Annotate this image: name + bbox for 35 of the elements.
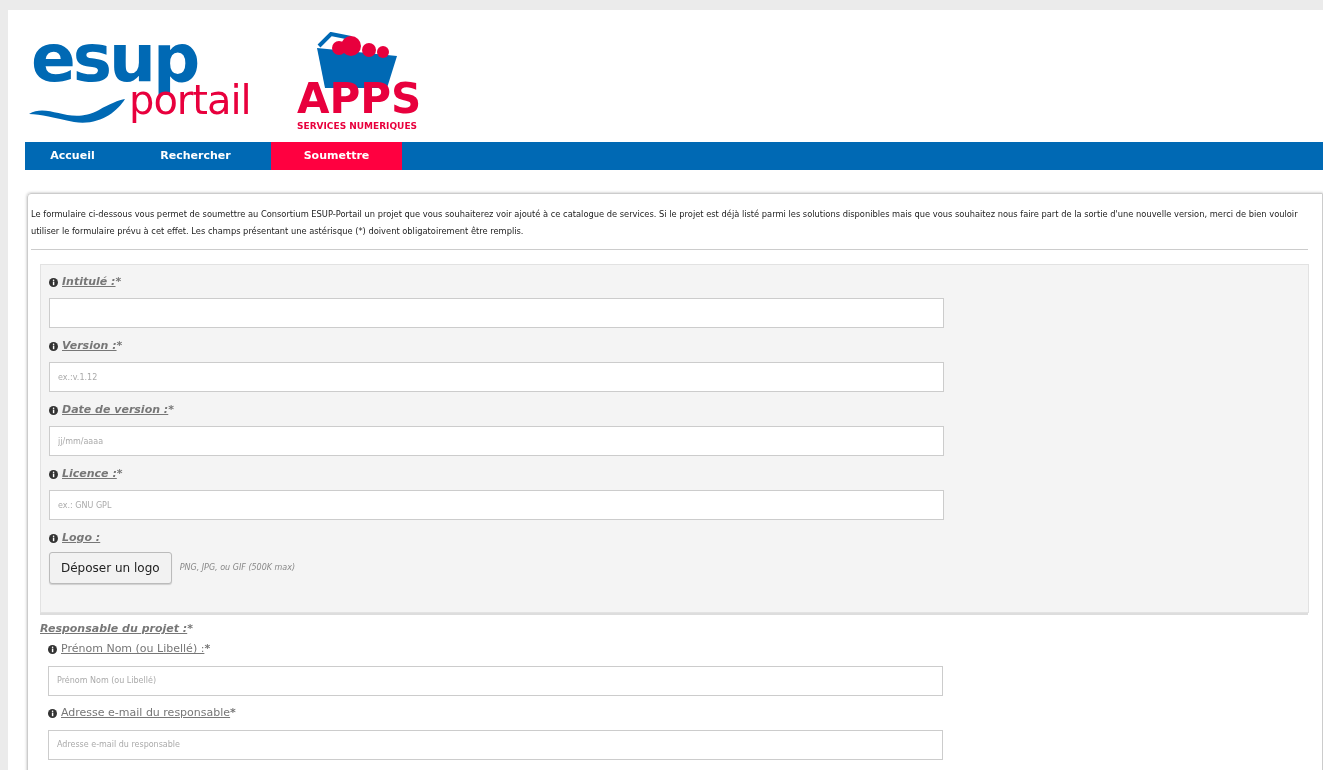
info-icon bbox=[49, 341, 58, 351]
field-label: Logo : bbox=[62, 529, 101, 546]
required-mark: * bbox=[168, 401, 175, 418]
field-label: Intitulé : bbox=[62, 273, 116, 290]
info-icon bbox=[49, 533, 58, 543]
required-mark: * bbox=[230, 705, 236, 722]
text-field[interactable]: ex.: GNU GPL bbox=[49, 490, 944, 520]
info-icon bbox=[49, 405, 58, 415]
wave-icon bbox=[29, 96, 125, 126]
required-mark: * bbox=[187, 622, 193, 635]
field-label: Adresse e-mail du responsable bbox=[61, 705, 231, 722]
apps-subtitle: SERVICES NUMERIQUES bbox=[297, 122, 418, 131]
required-mark: * bbox=[116, 337, 123, 354]
required-mark: * bbox=[116, 465, 123, 482]
info-icon bbox=[48, 709, 57, 718]
text-field[interactable]: ex.:v.1.12 bbox=[49, 362, 944, 392]
upload-hint: PNG, JPG, ou GIF (500K max) bbox=[179, 562, 296, 574]
field-label: Date de version : bbox=[62, 401, 169, 418]
info-icon bbox=[49, 277, 58, 287]
upload-button[interactable]: Déposer un logo bbox=[49, 552, 172, 584]
intro-text: Le formulaire ci-dessous vous permet de soumettre au Consortium ESUP-Portail un projet que vous souhaiterez voir ajouté à ce catalogue de services. Si le projet est déjà listé parmi les solutions disponibles mais que vous souhaitez nous faire part de la sortie d'une nouvelle version, merci de bien vouloir utiliser le formulaire prévu à cet effet. Les champs présentant une astérisque (*) doivent obligatoirement être remplis. bbox=[31, 194, 1308, 250]
text-field[interactable]: Prénom Nom (ou Libellé) bbox=[48, 665, 943, 696]
field-label: Version : bbox=[62, 337, 117, 354]
field-label: Prénom Nom (ou Libellé) : bbox=[61, 641, 205, 658]
text-field[interactable] bbox=[49, 298, 944, 328]
info-icon bbox=[48, 645, 57, 654]
info-icon bbox=[49, 469, 58, 479]
required-mark: * bbox=[115, 273, 122, 290]
text-field[interactable]: jj/mm/aaaa bbox=[49, 426, 944, 456]
field-label: Licence : bbox=[62, 465, 117, 482]
section-title: Responsable du projet : bbox=[40, 622, 188, 635]
apps-logo-text: APPS bbox=[297, 78, 422, 120]
nav-tab[interactable]: Soumettre bbox=[271, 142, 402, 170]
text-field[interactable]: Adresse e-mail du responsable bbox=[48, 729, 943, 760]
required-mark: * bbox=[204, 641, 211, 658]
